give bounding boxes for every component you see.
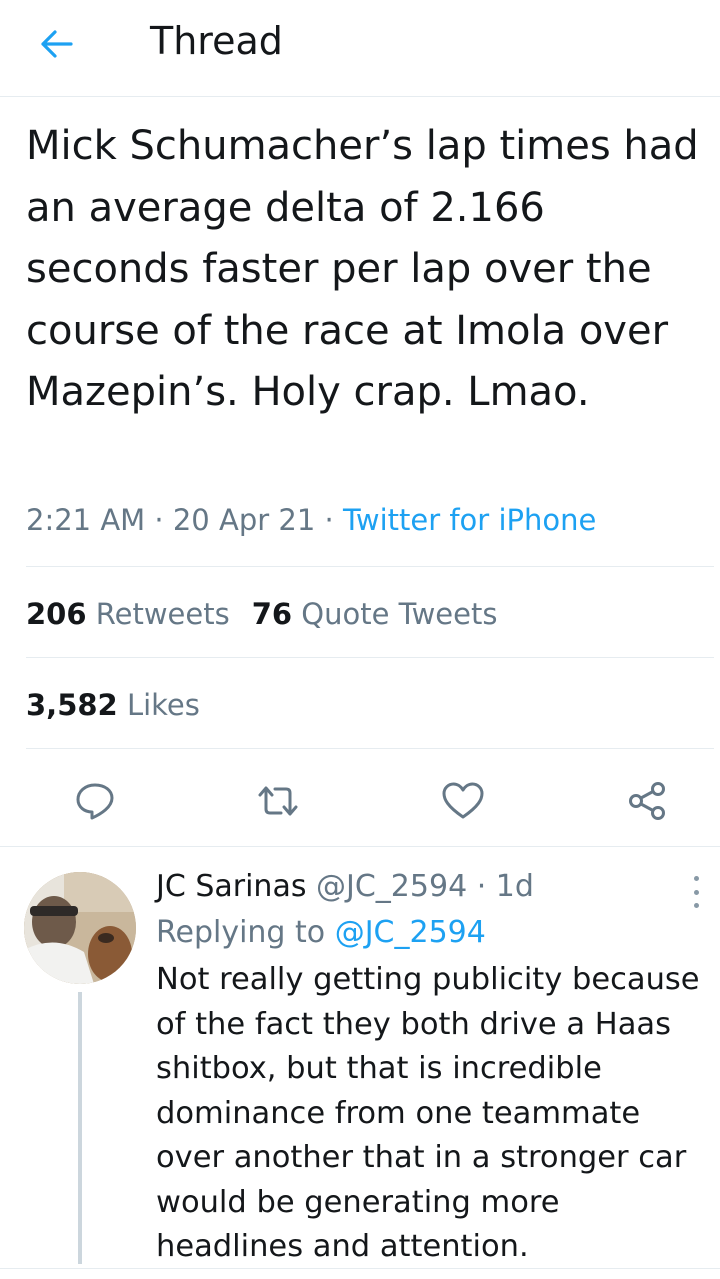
more-options-button[interactable] (684, 872, 708, 912)
meta-dot: · (154, 503, 173, 537)
engagement-stats: 206 Retweets 76 Quote Tweets (26, 594, 497, 634)
arrow-left-icon (41, 30, 73, 58)
replying-prefix: Replying to (156, 915, 326, 950)
avatar-photo (24, 872, 136, 984)
tweet-meta: 2:21 AM · 20 Apr 21 · Twitter for iPhone (26, 500, 596, 540)
heart-icon (442, 782, 484, 819)
more-dot (693, 889, 699, 895)
tweet-text: Mick Schumacher’s lap times had an avera… (26, 123, 699, 415)
top-bar: Thread (0, 0, 720, 97)
share-icon (629, 782, 665, 820)
tweet-time: 2:21 AM (26, 503, 146, 537)
replying-to: Replying to @JC_2594 (156, 912, 486, 954)
thread-connector (78, 992, 82, 1264)
meta-dot: · (324, 503, 343, 537)
share-button[interactable] (622, 776, 672, 826)
divider (0, 846, 720, 847)
reply-button[interactable] (70, 776, 120, 826)
reply-header: JC Sarinas @JC_2594 · 1d (156, 866, 534, 908)
quotes-count: 76 (251, 597, 293, 631)
like-button[interactable] (438, 776, 488, 826)
divider (26, 657, 714, 658)
back-button[interactable] (34, 22, 78, 66)
tweet-source-link[interactable]: Twitter for iPhone (343, 503, 596, 537)
divider (26, 748, 714, 749)
retweet-button[interactable] (253, 776, 303, 826)
reply-author-name[interactable]: JC Sarinas (156, 869, 306, 904)
meta-dot: · (467, 869, 496, 904)
likes-label: Likes (126, 688, 200, 722)
reply-text: Not really getting publicity because of … (156, 962, 700, 1264)
quote-tweets-stat[interactable]: 76 Quote Tweets (252, 597, 498, 631)
divider (0, 1268, 720, 1269)
retweets-stat[interactable]: 206 Retweets (26, 597, 230, 631)
divider (26, 566, 714, 567)
retweets-label: Retweets (95, 597, 230, 631)
reply-age: 1d (495, 869, 534, 904)
more-dot (693, 903, 699, 908)
reply-author-handle[interactable]: @JC_2594 (316, 869, 467, 904)
reply-icon (76, 783, 114, 820)
replying-mention-link[interactable]: @JC_2594 (335, 915, 486, 950)
likes-count: 3,582 (26, 688, 118, 722)
page-title: Thread (150, 19, 283, 63)
retweets-count: 206 (26, 597, 87, 631)
more-dot (693, 876, 699, 881)
avatar[interactable] (24, 872, 136, 984)
action-bar (0, 760, 720, 840)
retweet-icon (258, 786, 298, 816)
tweet-date: 20 Apr 21 (172, 503, 316, 537)
likes-stat[interactable]: 3,582 Likes (26, 685, 200, 725)
quotes-label: Quote Tweets (301, 597, 498, 631)
